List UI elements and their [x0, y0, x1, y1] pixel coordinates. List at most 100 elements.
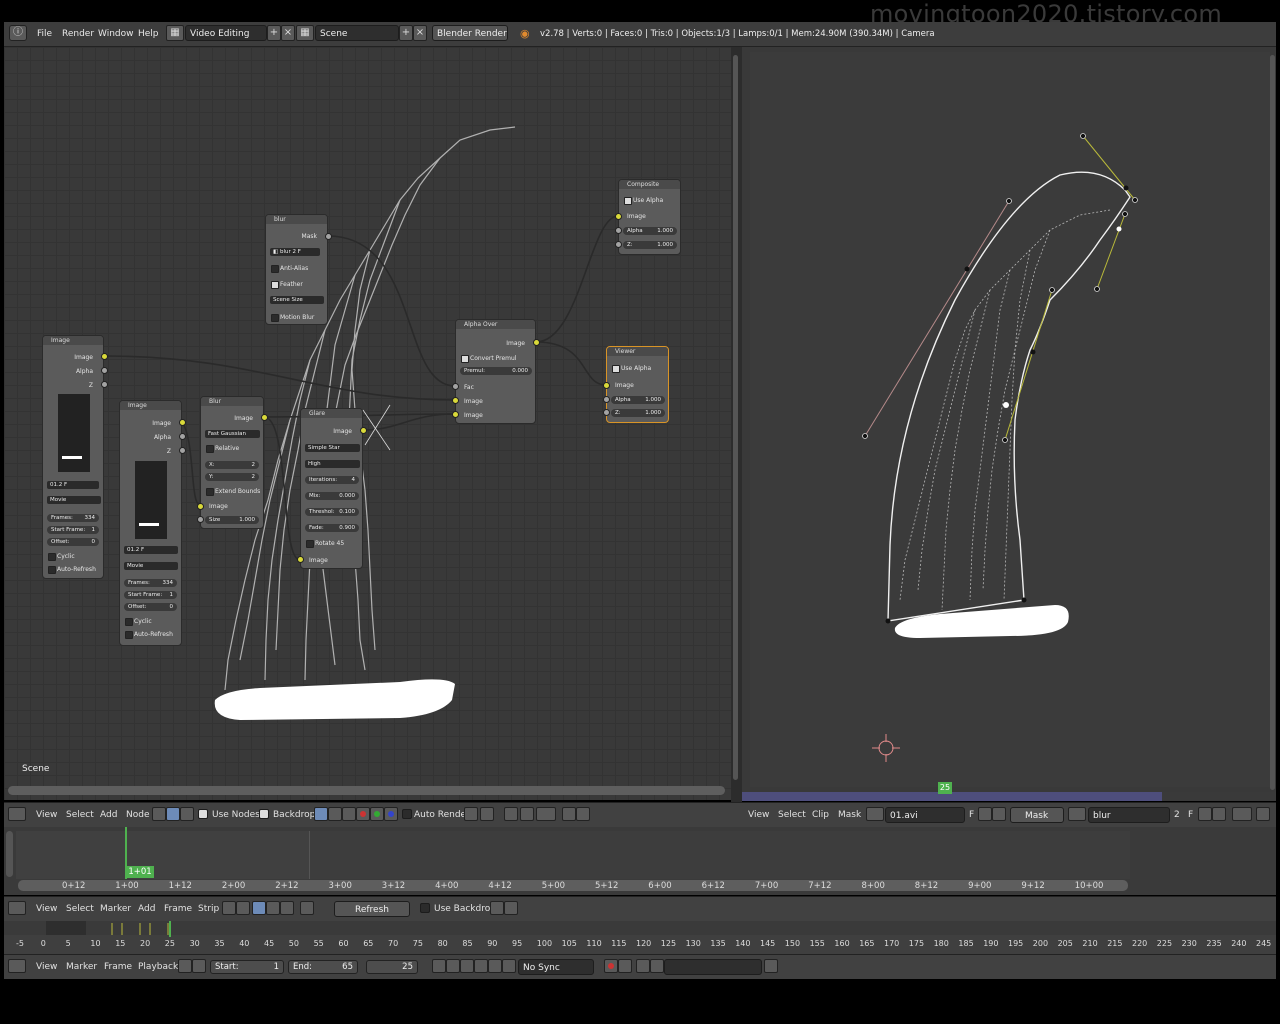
seq-menu-select[interactable]: Select	[66, 904, 94, 914]
sequencer-left-scroll[interactable]	[6, 831, 13, 877]
node-editor-type-icon[interactable]	[8, 807, 26, 821]
backdrop-channel-blue-icon[interactable]	[384, 807, 398, 821]
pivot-icon[interactable]	[1232, 807, 1252, 821]
tl-menu-view[interactable]: View	[36, 962, 57, 972]
keyframe-delete-icon[interactable]	[650, 959, 664, 973]
seq-menu-add[interactable]: Add	[138, 904, 155, 914]
timeline-ruler-label: 85	[462, 939, 473, 948]
clip-name-field[interactable]: 01.avi	[885, 807, 965, 823]
node-menu-view[interactable]: View	[36, 810, 57, 820]
node-menu-select[interactable]: Select	[66, 810, 94, 820]
paste-icon[interactable]	[576, 807, 590, 821]
timeline-ruler-label: 140	[735, 939, 751, 948]
tl-menu-frame[interactable]: Frame	[104, 962, 132, 972]
timeline-ruler-label: 80	[437, 939, 448, 948]
sync-mode-select[interactable]: No Sync	[518, 959, 594, 975]
backdrop-checkbox[interactable]	[259, 809, 269, 819]
node-menu-node[interactable]: Node	[126, 810, 150, 820]
seq-preview-icon[interactable]	[252, 901, 266, 915]
keying-set-select[interactable]	[664, 959, 762, 975]
backdrop-channel-red-icon[interactable]	[356, 807, 370, 821]
clip-browse-icon[interactable]	[866, 807, 884, 821]
mask-browse-icon[interactable]	[1068, 807, 1086, 821]
refresh-sequencer-button[interactable]: Refresh Sequencer	[334, 901, 410, 931]
node-tree-compositing-icon[interactable]	[166, 807, 180, 821]
seq-display-mode-icon[interactable]	[236, 901, 250, 915]
mask-fake-user-button[interactable]: F	[1188, 810, 1193, 820]
timeline-ruler-label: -5	[16, 939, 24, 948]
seq-copy-icon[interactable]	[490, 901, 504, 915]
prev-keyframe-icon[interactable]	[446, 959, 460, 973]
jump-start-icon[interactable]	[432, 959, 446, 973]
sequencer-type-icon[interactable]	[8, 901, 26, 915]
timeline-type-icon[interactable]	[8, 959, 26, 973]
clip-close-icon[interactable]	[992, 807, 1006, 821]
node-menu-add[interactable]: Add	[100, 810, 117, 820]
timeline-ruler-label: 165	[859, 939, 875, 948]
clip-mode-select[interactable]: Mask	[1010, 807, 1064, 823]
seq-mask-icon[interactable]	[300, 901, 314, 915]
backdrop-channel-green-icon[interactable]	[370, 807, 384, 821]
seq-menu-frame[interactable]: Frame	[164, 904, 192, 914]
seq-view-type-icon[interactable]	[222, 901, 236, 915]
clip-editor-header: View Select Clip Mask 01.avi F Mask blur…	[742, 802, 1276, 827]
record-icon[interactable]	[604, 959, 618, 973]
link-icon[interactable]	[464, 807, 478, 821]
seq-menu-strip[interactable]: Strip	[198, 904, 219, 914]
seq-paste-icon[interactable]	[504, 901, 518, 915]
sequencer-strip-region[interactable]	[16, 831, 310, 879]
keying-set-clear-icon[interactable]	[764, 959, 778, 973]
backdrop-channel-rgba-icon[interactable]	[314, 807, 328, 821]
seq-combined-icon[interactable]	[266, 901, 280, 915]
jump-end-icon[interactable]	[502, 959, 516, 973]
sequencer-ruler-label: 2+12	[275, 881, 299, 891]
tl-menu-playback[interactable]: Playback	[138, 962, 178, 972]
clip-mode-value: Mask	[1025, 811, 1049, 821]
lock-range-icon[interactable]	[192, 959, 206, 973]
clip-fake-user-button[interactable]: F	[969, 810, 974, 820]
seq-menu-view[interactable]: View	[36, 904, 57, 914]
timeline-ruler-label: 95	[512, 939, 523, 948]
play-icon[interactable]	[474, 959, 488, 973]
end-frame-field[interactable]: End: 65	[288, 960, 358, 974]
copy-icon[interactable]	[562, 807, 576, 821]
tl-menu-marker[interactable]: Marker	[66, 962, 97, 972]
node-tree-texture-icon[interactable]	[180, 807, 194, 821]
mask-add-icon[interactable]	[1198, 807, 1212, 821]
seq-overlay-icon[interactable]	[280, 901, 294, 915]
auto-render-checkbox[interactable]	[402, 809, 412, 819]
timeline-ruler-label: 40	[239, 939, 250, 948]
lock-icon[interactable]	[1256, 807, 1270, 821]
start-frame-field[interactable]: Start: 1	[210, 960, 284, 974]
clip-menu-mask[interactable]: Mask	[838, 810, 861, 820]
clip-frame-strip[interactable]	[742, 792, 1276, 801]
use-nodes-checkbox[interactable]	[198, 809, 208, 819]
clip-menu-view[interactable]: View	[748, 810, 769, 820]
snap-icon[interactable]	[520, 807, 534, 821]
snap-element-icon[interactable]	[536, 807, 556, 821]
next-keyframe-icon[interactable]	[488, 959, 502, 973]
sequencer-frame-indicator[interactable]: 1+01	[126, 866, 154, 878]
clip-current-frame[interactable]: 25	[938, 782, 952, 794]
parent-icon[interactable]	[504, 807, 518, 821]
clip-open-icon[interactable]	[978, 807, 992, 821]
pin-icon[interactable]	[480, 807, 494, 821]
mask-remove-icon[interactable]	[1212, 807, 1226, 821]
keying-icon[interactable]	[618, 959, 632, 973]
keyframe-insert-icon[interactable]	[636, 959, 650, 973]
backdrop-channel-rgb-icon[interactable]	[328, 807, 342, 821]
clip-editor-v-scrollbar[interactable]	[1270, 55, 1275, 790]
clip-menu-select[interactable]: Select	[778, 810, 806, 820]
seq-menu-marker[interactable]: Marker	[100, 904, 131, 914]
sequencer-ruler-label: 7+00	[754, 881, 779, 891]
preview-range-icon[interactable]	[178, 959, 192, 973]
use-backdrop-checkbox[interactable]	[420, 903, 430, 913]
mask-name-field[interactable]: blur	[1088, 807, 1170, 823]
backdrop-channel-alpha-icon[interactable]	[342, 807, 356, 821]
node-tree-shader-icon[interactable]	[152, 807, 166, 821]
play-reverse-icon[interactable]	[460, 959, 474, 973]
current-frame-field[interactable]: 25	[366, 960, 418, 974]
timeline-ruler-label: 185	[958, 939, 974, 948]
clip-menu-clip[interactable]: Clip	[812, 810, 829, 820]
end-frame-value: 65	[342, 962, 353, 972]
